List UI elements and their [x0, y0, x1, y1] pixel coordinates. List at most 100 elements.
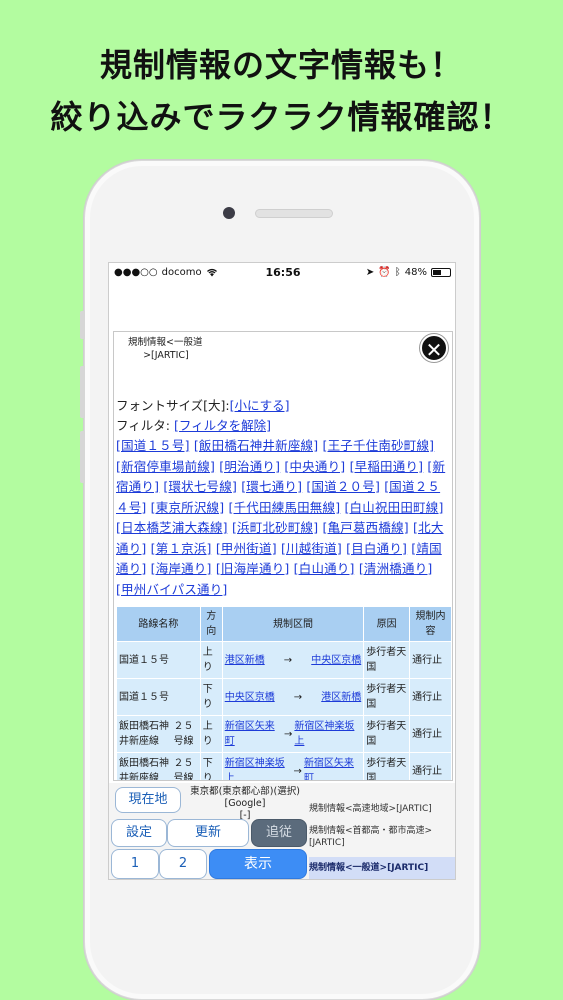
current-location-button[interactable]: 現在地	[115, 787, 181, 813]
section-to-link[interactable]: 港区新橋	[321, 690, 361, 705]
filter-link[interactable]: [千代田練馬田無線]	[229, 500, 341, 515]
alarm-icon: ⏰	[378, 267, 391, 278]
layer-link-highway[interactable]: 規制情報<高速地域>[JARTIC]	[309, 803, 455, 815]
filter-link[interactable]: [日本橋芝浦大森線]	[116, 520, 228, 535]
follow-button[interactable]: 追従	[251, 819, 307, 847]
panel-title: 規制情報<一般道 >[JARTIC]	[128, 337, 203, 361]
column-header: 規制区間	[221, 606, 365, 642]
filter-link[interactable]: [白山通り]	[294, 561, 355, 576]
road-name-cell: 飯田橋石神井新座線 ２５号線	[116, 752, 201, 781]
filter-link[interactable]: [甲州街道]	[216, 541, 277, 556]
filter-link[interactable]: [亀戸葛西橋線]	[323, 520, 409, 535]
battery-icon	[431, 268, 451, 277]
road-name: 飯田橋石神井新座線	[119, 721, 169, 747]
road-name: 飯田橋石神井新座線	[119, 758, 169, 781]
road-suffix: ２５号線	[173, 758, 194, 781]
headline-line-1: 規制情報の文字情報も！	[99, 46, 463, 84]
content-cell: 通行止	[409, 715, 452, 753]
regulation-panel: 規制情報<一般道 >[JARTIC] ✕ フォントサイズ[大]:[小にする] フ…	[113, 331, 453, 781]
filter-link[interactable]: [川越街道]	[281, 541, 342, 556]
section-from-link[interactable]: 港区新橋	[225, 653, 265, 668]
filter-link[interactable]: [環状七号線]	[163, 479, 237, 494]
front-camera	[223, 207, 235, 219]
filter-link[interactable]: [甲州バイパス通り]	[116, 582, 228, 597]
filter-link[interactable]: [旧海岸通り]	[216, 561, 290, 576]
filter-link[interactable]: [白山祝田田町線]	[344, 500, 443, 515]
section-from-link[interactable]: 新宿区矢来町	[225, 719, 282, 749]
filter-link[interactable]: [浜町北砂町線]	[232, 520, 318, 535]
filter-link-list: [国道１５号] [飯田橋石神井新座線] [王子千住南砂町線] [新宿停車場前線]…	[116, 436, 452, 600]
update-button[interactable]: 更新	[167, 819, 249, 847]
status-bar: ●●●○○ docomo 16:56 ➤ ⏰ ᛒ 48%	[109, 263, 455, 285]
filter-clear-link[interactable]: [フィルタを解除]	[174, 418, 271, 433]
filter-link[interactable]: [清洲橋通り]	[359, 561, 433, 576]
section-cell: 中央区京橋 → 港区新橋	[221, 678, 365, 716]
filter-link[interactable]: [国道１５号]	[116, 438, 190, 453]
road-name-cell: 飯田橋石神井新座線 ２５号線	[116, 715, 201, 753]
filter-link[interactable]: [海岸通り]	[151, 561, 212, 576]
filter-link[interactable]: [中央通り]	[284, 459, 345, 474]
table-row: 飯田橋石神井新座線 ２５号線 上り 新宿区矢来町 → 新宿区神楽坂上 歩行者天国 通行…	[116, 715, 452, 753]
location-text: 東京都(東京都心部)(選択)[Google] [-]	[185, 786, 305, 822]
arrow-icon: →	[293, 691, 303, 703]
app-screen: ●●●○○ docomo 16:56 ➤ ⏰ ᛒ 48% 規制情報<一般道 >[…	[108, 262, 456, 880]
section-cell: 港区新橋 → 中央区京橋	[221, 641, 365, 679]
font-size-label: フォントサイズ[大]:	[116, 398, 230, 413]
arrow-icon: →	[293, 765, 302, 777]
section-cell: 新宿区神楽坂上 → 新宿区矢来町	[221, 752, 365, 780]
road-name-cell: 国道１５号	[116, 641, 201, 679]
layer-link-metro-expressway[interactable]: 規制情報<首都高・都市高速>[JARTIC]	[309, 825, 455, 849]
column-header: 規制内容	[409, 606, 452, 642]
direction-cell: 下り	[199, 752, 223, 780]
settings-button[interactable]: 設定	[111, 819, 167, 847]
mute-switch	[80, 311, 85, 339]
road-name: 国道１５号	[119, 691, 169, 703]
font-size-row: フォントサイズ[大]:[小にする]	[116, 396, 452, 416]
bluetooth-icon: ᛒ	[394, 267, 401, 278]
road-name-cell: 国道１５号	[116, 678, 201, 716]
column-header: 路線名称	[116, 606, 201, 642]
cause-cell: 歩行者天国	[363, 752, 411, 780]
column-header: 原因	[363, 606, 411, 642]
filter-link[interactable]: [王子千住南砂町線]	[323, 438, 435, 453]
volume-up-button	[80, 366, 85, 418]
filter-link[interactable]: [東京所沢線]	[151, 500, 225, 515]
filter-row: フィルタ: [フィルタを解除]	[116, 416, 452, 436]
page-1-button[interactable]: 1	[111, 849, 159, 879]
table-row: 国道１５号 下り 中央区京橋 → 港区新橋 歩行者天国 通行止	[116, 678, 452, 716]
filter-link[interactable]: [飯田橋石神井新座線]	[194, 438, 318, 453]
filter-link[interactable]: [目白通り]	[346, 541, 407, 556]
battery-percent: 48%	[404, 267, 427, 278]
content-cell: 通行止	[409, 678, 452, 716]
content-cell: 通行止	[409, 752, 452, 780]
cause-cell: 歩行者天国	[363, 715, 411, 753]
section-from-link[interactable]: 中央区京橋	[225, 690, 275, 705]
close-icon[interactable]: ✕	[420, 334, 448, 362]
direction-cell: 上り	[199, 715, 223, 753]
section-to-link[interactable]: 新宿区神楽坂上	[294, 719, 361, 749]
location-name[interactable]: 東京都(東京都心部)(選択)[Google]	[185, 786, 305, 810]
filter-link[interactable]: [国道２０号]	[306, 479, 380, 494]
section-to-link[interactable]: 中央区京橋	[311, 653, 361, 668]
page-2-button[interactable]: 2	[159, 849, 207, 879]
filter-link[interactable]: [環七通り]	[241, 479, 302, 494]
section-to-link[interactable]: 新宿区矢来町	[304, 756, 361, 780]
filter-link[interactable]: [明治通り]	[219, 459, 280, 474]
location-arrow-icon: ➤	[365, 267, 375, 278]
earpiece-speaker	[255, 209, 333, 218]
section-from-link[interactable]: 新宿区神楽坂上	[225, 756, 292, 780]
filter-link[interactable]: [新宿停車場前線]	[116, 459, 215, 474]
filter-label: フィルタ:	[116, 418, 170, 433]
font-size-toggle-link[interactable]: [小にする]	[230, 398, 290, 413]
layer-link-general-road[interactable]: 規制情報<一般道>[JARTIC]	[309, 857, 455, 879]
filter-link[interactable]: [第１京浜]	[151, 541, 212, 556]
table-row: 飯田橋石神井新座線 ２５号線 下り 新宿区神楽坂上 → 新宿区矢来町 歩行者天国 通行…	[116, 752, 452, 781]
cause-cell: 歩行者天国	[363, 641, 411, 679]
regulation-table: 路線名称 方向 規制区間 原因 規制内容 国道１５号 上り 港区新橋 → 中央区京橋…	[116, 606, 452, 781]
headline-line-2: 絞り込みでラクラク情報確認！	[50, 98, 513, 136]
filter-link[interactable]: [早稲田通り]	[350, 459, 424, 474]
bottom-toolbar: 現在地 東京都(東京都心部)(選択)[Google] [-] 設定 更新 追従 …	[109, 783, 455, 879]
show-button[interactable]: 表示	[209, 849, 307, 879]
arrow-icon: →	[283, 654, 293, 666]
table-row: 国道１５号 上り 港区新橋 → 中央区京橋 歩行者天国 通行止	[116, 641, 452, 679]
